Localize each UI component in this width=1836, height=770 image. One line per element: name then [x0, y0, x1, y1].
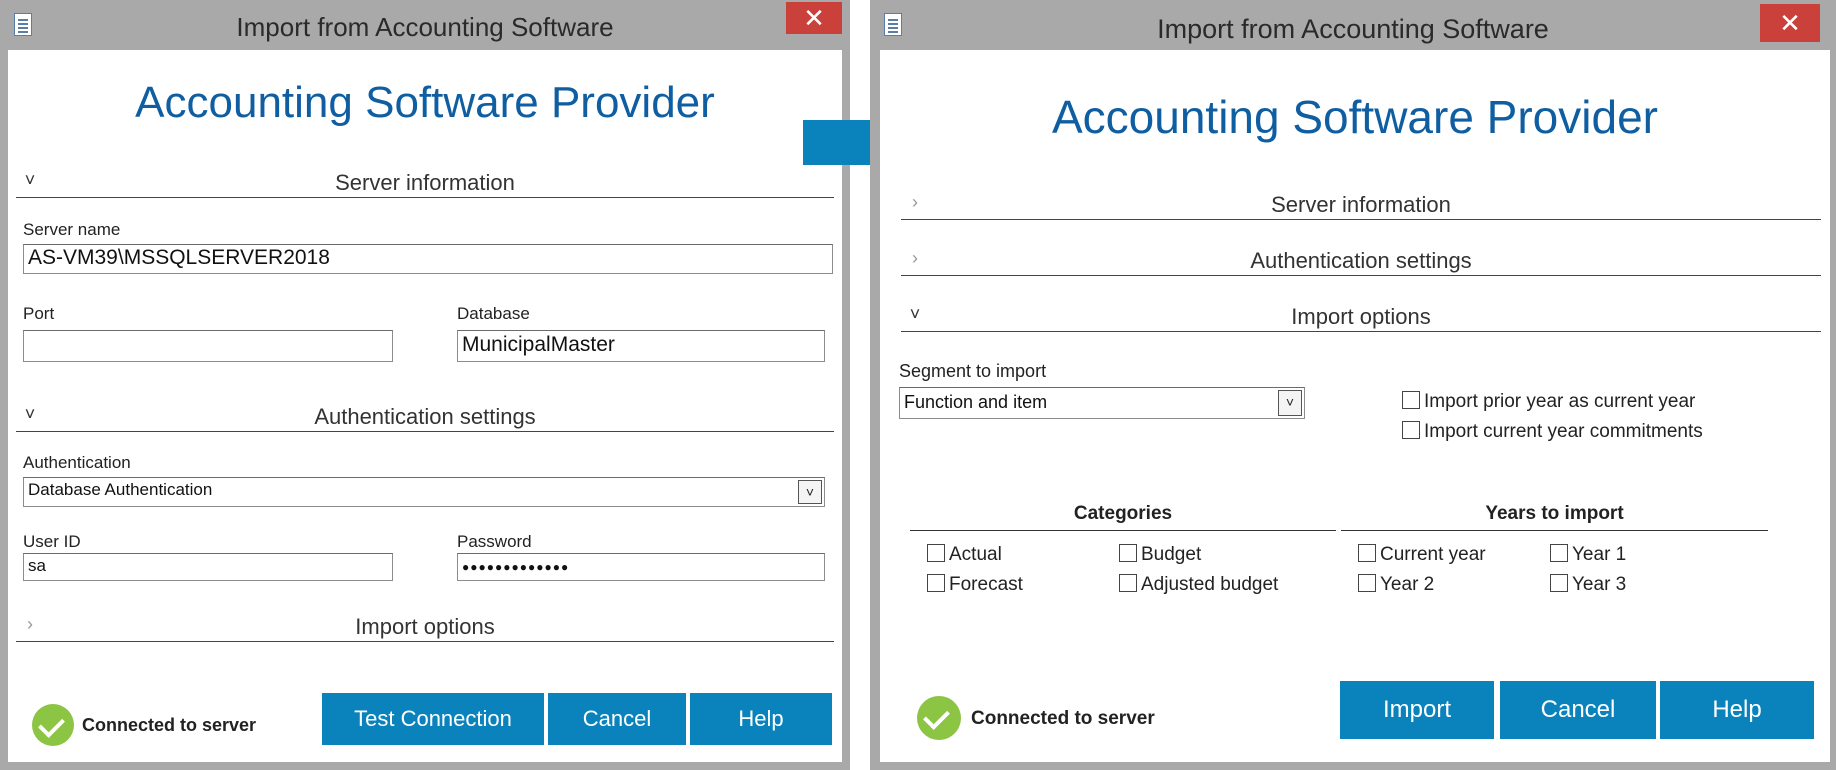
checkbox-box[interactable] — [927, 574, 945, 592]
checkbox-box[interactable] — [1358, 544, 1376, 562]
checkbox-box[interactable] — [1358, 574, 1376, 592]
segment-label: Segment to import — [899, 361, 1047, 381]
current-year-checkbox[interactable]: Current year — [1358, 544, 1486, 566]
segment-select[interactable]: Function and item ˅ — [899, 387, 1305, 419]
checkbox-label: Import current year commitments — [1424, 421, 1703, 442]
section-title: Server information — [1271, 192, 1451, 217]
segment-value: Function and item — [904, 392, 1048, 412]
import-button[interactable]: Import — [1340, 681, 1494, 739]
chevron-down-icon[interactable]: ˅ — [1278, 390, 1302, 416]
categories-heading: Categories — [910, 503, 1336, 531]
year-3-checkbox[interactable]: Year 3 — [1550, 574, 1626, 596]
adjusted-budget-checkbox[interactable]: Adjusted budget — [1119, 574, 1278, 596]
status-text: Connected to server — [971, 708, 1155, 729]
checkbox-box[interactable] — [1402, 421, 1420, 439]
checkbox-label: Adjusted budget — [1141, 574, 1279, 595]
checkbox-label: Actual — [949, 544, 1002, 565]
help-button[interactable]: Help — [1660, 681, 1814, 739]
checkbox-label: Budget — [1141, 544, 1202, 565]
checkbox-box[interactable] — [927, 544, 945, 562]
checkbox-box[interactable] — [1119, 544, 1137, 562]
close-button[interactable]: ✕ — [1760, 4, 1820, 42]
section-title: Import options — [1291, 304, 1431, 329]
year-2-checkbox[interactable]: Year 2 — [1358, 574, 1434, 596]
section-import-options[interactable]: ˅ Import options — [901, 302, 1821, 332]
checkbox-box[interactable] — [1119, 574, 1137, 592]
dialog-body: Accounting Software Provider › Server in… — [880, 50, 1830, 762]
checkbox-label: Forecast — [949, 574, 1023, 595]
forecast-checkbox[interactable]: Forecast — [927, 574, 1023, 596]
provider-heading: Accounting Software Provider — [1052, 91, 1658, 143]
section-authentication-settings[interactable]: › Authentication settings — [901, 246, 1821, 276]
checkbox-box[interactable] — [1550, 574, 1568, 592]
import-dialog: Import from Accounting Software ✕ Accoun… — [870, 0, 1836, 770]
checkbox-label: Year 2 — [1380, 574, 1435, 595]
checkbox-label: Year 3 — [1572, 574, 1627, 595]
window-title: Import from Accounting Software — [1157, 14, 1549, 44]
checkmark-icon — [917, 696, 961, 740]
section-server-information[interactable]: › Server information — [901, 190, 1821, 220]
prior-year-checkbox[interactable]: Import prior year as current year — [1402, 391, 1695, 413]
section-title: Authentication settings — [1250, 248, 1472, 273]
connection-status: Connected to server — [917, 696, 1177, 740]
budget-checkbox[interactable]: Budget — [1119, 544, 1201, 566]
checkbox-label: Import prior year as current year — [1424, 391, 1696, 412]
year-1-checkbox[interactable]: Year 1 — [1550, 544, 1626, 566]
actual-checkbox[interactable]: Actual — [927, 544, 1002, 566]
years-heading: Years to import — [1341, 503, 1768, 531]
checkbox-box[interactable] — [1402, 391, 1420, 409]
checkbox-label: Year 1 — [1572, 544, 1627, 565]
checkbox-box[interactable] — [1550, 544, 1568, 562]
cancel-button[interactable]: Cancel — [1500, 681, 1656, 739]
commitments-checkbox[interactable]: Import current year commitments — [1402, 421, 1703, 443]
title-bar[interactable]: Import from Accounting Software ✕ — [870, 0, 1836, 50]
checkbox-label: Current year — [1380, 544, 1486, 565]
